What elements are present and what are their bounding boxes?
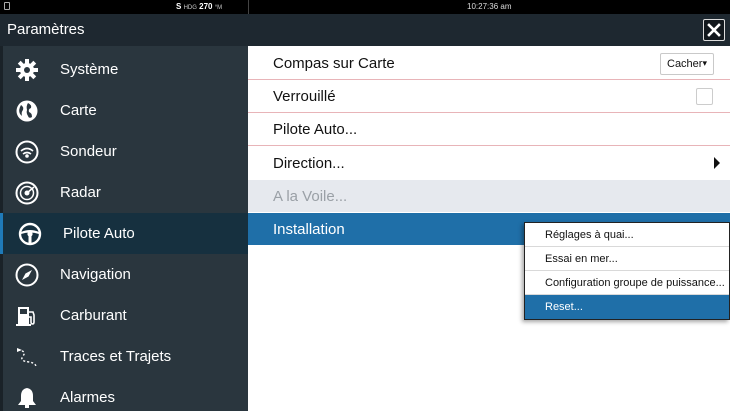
sidebar-item-navigation[interactable]: Navigation: [0, 254, 248, 295]
sidebar-item-carte[interactable]: Carte: [0, 90, 248, 131]
heading-prefix: S: [176, 2, 182, 11]
sidebar-item-sondeur[interactable]: Sondeur: [0, 131, 248, 172]
status-bar: S HDG 270 °M 10:27:36 am: [0, 0, 730, 14]
sidebar-item-label: Carburant: [60, 307, 127, 324]
sidebar-item-label: Carte: [60, 102, 97, 119]
sidebar: Système Carte Sondeur Radar Pilote Auto …: [0, 46, 248, 411]
submenu-item-essai-en-mer[interactable]: Essai en mer...: [525, 247, 729, 271]
row-pilote-auto[interactable]: Pilote Auto...: [248, 114, 730, 146]
steering-wheel-icon: [18, 222, 42, 246]
sidebar-item-radar[interactable]: Radar: [0, 172, 248, 213]
title-bar: Paramètres: [0, 14, 730, 46]
bell-icon: [15, 386, 39, 410]
row-a-la-voile: A la Voile...: [248, 180, 730, 212]
submenu-item-configuration-groupe[interactable]: Configuration groupe de puissance...: [525, 271, 729, 295]
sidebar-item-alarmes[interactable]: Alarmes: [0, 377, 248, 411]
row-direction[interactable]: Direction...: [248, 147, 730, 179]
gear-icon: [15, 58, 39, 82]
sidebar-item-traces-et-trajets[interactable]: Traces et Trajets: [0, 336, 248, 377]
close-button[interactable]: [703, 19, 725, 41]
sidebar-item-label: Traces et Trajets: [60, 348, 172, 365]
heading-readout: S HDG 270 °M: [176, 2, 222, 11]
compass-dropdown[interactable]: Cacher ▾: [660, 53, 714, 75]
installation-submenu: Réglages à quai... Essai en mer... Confi…: [524, 222, 730, 320]
sonar-icon: [15, 140, 39, 164]
globe-icon: [15, 99, 39, 123]
row-verrouille[interactable]: Verrouillé: [248, 81, 730, 113]
sidebar-item-label: Radar: [60, 184, 101, 201]
direction-label: Direction...: [273, 154, 345, 172]
device-icon: [4, 2, 10, 10]
chevron-down-icon: ▾: [702, 58, 707, 68]
sidebar-item-systeme[interactable]: Système: [0, 49, 248, 90]
heading-value: 270: [199, 2, 213, 11]
sidebar-item-label: Alarmes: [60, 389, 116, 406]
compass-dropdown-value: Cacher: [667, 58, 703, 70]
radar-icon: [15, 181, 39, 205]
chevron-right-icon: [714, 157, 720, 169]
autopilot-label: Pilote Auto...: [273, 121, 358, 138]
compass-label: Compas sur Carte: [273, 55, 395, 72]
submenu-item-reglages-a-quai[interactable]: Réglages à quai...: [525, 223, 729, 247]
sidebar-item-pilote-auto[interactable]: Pilote Auto: [0, 213, 248, 254]
compass-icon: [15, 263, 39, 287]
locked-checkbox[interactable]: [696, 88, 713, 105]
close-icon: [707, 23, 721, 37]
fuel-pump-icon: [15, 304, 39, 328]
row-compas-sur-carte[interactable]: Compas sur Carte Cacher ▾: [248, 48, 730, 80]
sidebar-item-label: Système: [60, 61, 119, 78]
sidebar-item-label: Pilote Auto: [63, 225, 135, 242]
submenu-item-label: Configuration groupe de puissance...: [545, 276, 725, 289]
locked-label: Verrouillé: [273, 88, 336, 105]
submenu-item-label: Réglages à quai...: [545, 228, 634, 241]
heading-label: HDG: [183, 5, 197, 11]
sidebar-item-carburant[interactable]: Carburant: [0, 295, 248, 336]
submenu-item-reset[interactable]: Reset...: [525, 295, 729, 319]
status-divider: [248, 0, 249, 14]
page-title: Paramètres: [7, 21, 85, 38]
track-icon: [15, 345, 39, 369]
submenu-item-label: Essai en mer...: [545, 252, 618, 265]
submenu-item-label: Reset...: [545, 301, 583, 313]
sailing-label: A la Voile...: [273, 187, 348, 205]
heading-unit: °M: [214, 5, 223, 11]
clock-time: 10:27:36 am: [467, 2, 512, 11]
sidebar-item-label: Navigation: [60, 266, 131, 283]
sidebar-item-label: Sondeur: [60, 143, 117, 160]
installation-label: Installation: [273, 220, 345, 238]
